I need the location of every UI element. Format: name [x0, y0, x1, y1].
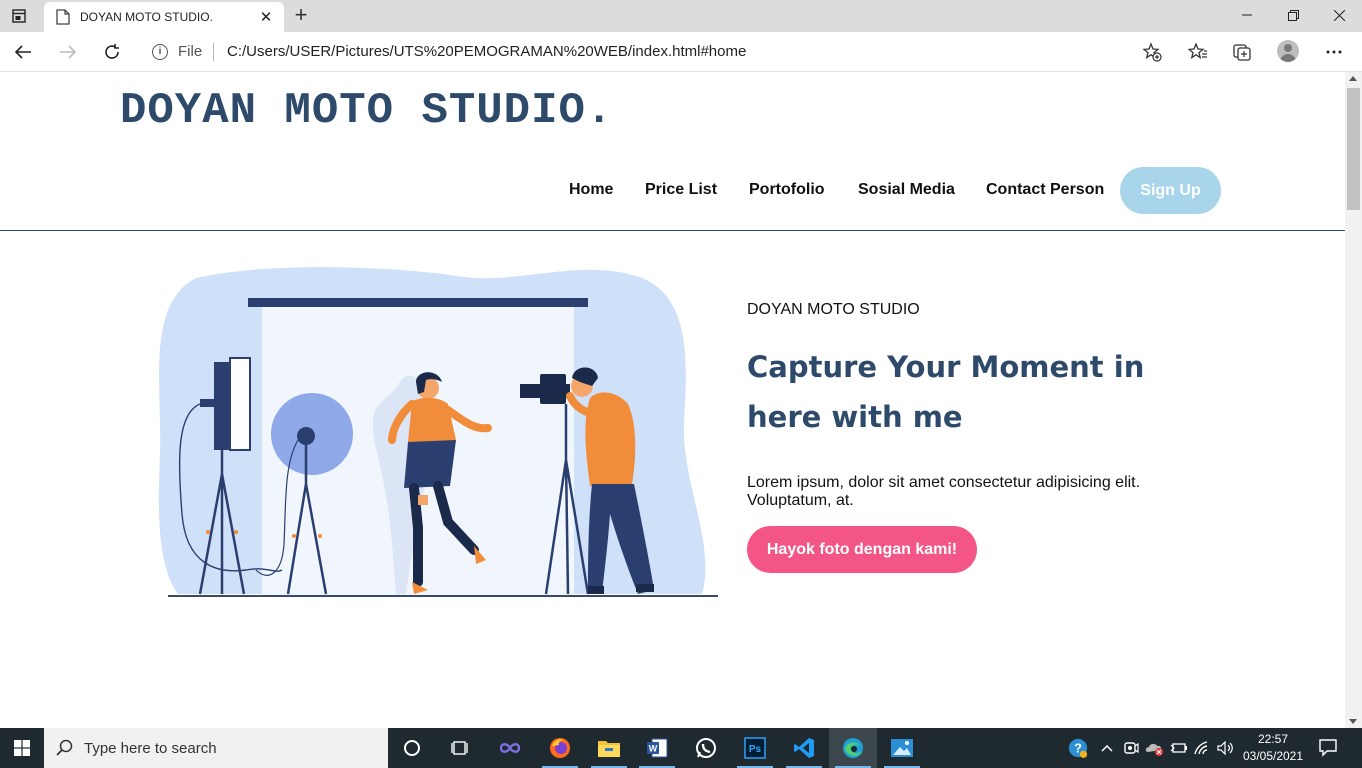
tab-title: DOYAN MOTO STUDIO.	[80, 10, 213, 24]
separator	[213, 43, 214, 61]
more-menu-icon[interactable]	[1323, 41, 1345, 63]
clock-time: 22:57	[1257, 732, 1289, 746]
svg-text:W: W	[649, 744, 658, 754]
file-label: File	[178, 43, 203, 60]
taskbar-search[interactable]: Type here to search	[44, 728, 388, 768]
scroll-down-icon[interactable]	[1349, 719, 1357, 724]
hero-subtitle: DOYAN MOTO STUDIO	[747, 301, 920, 318]
restore-button[interactable]	[1270, 0, 1316, 30]
infinity-app-icon[interactable]	[486, 728, 534, 768]
vscode-icon[interactable]	[780, 728, 828, 768]
photographer-illustration	[158, 267, 718, 597]
windows-icon	[14, 740, 30, 756]
nav-home[interactable]: Home	[569, 181, 613, 199]
clock-date: 03/05/2021	[1242, 749, 1304, 763]
file-explorer-icon[interactable]	[585, 728, 633, 768]
sign-up-button[interactable]: Sign Up	[1120, 167, 1221, 214]
close-window-button[interactable]	[1316, 0, 1362, 30]
windows-taskbar: Type here to search W Ps ? 22:57 03/05/2…	[0, 728, 1362, 768]
tab-actions-icon[interactable]	[8, 6, 30, 26]
word-icon[interactable]: W	[633, 728, 681, 768]
hero-description: Lorem ipsum, dolor sit amet consectetur …	[747, 474, 1141, 509]
wifi-icon[interactable]	[1193, 738, 1213, 758]
meet-now-icon[interactable]	[1121, 738, 1141, 758]
nav-sosial-media[interactable]: Sosial Media	[858, 181, 955, 199]
close-tab-icon[interactable]: ✕	[256, 7, 276, 27]
add-favorite-icon[interactable]	[1142, 42, 1162, 62]
site-brand[interactable]: DOYAN MOTO STUDIO.	[120, 86, 613, 136]
photoshop-icon[interactable]: Ps	[731, 728, 779, 768]
url-text[interactable]: C:/Users/USER/Pictures/UTS%20PEMOGRAMAN%…	[227, 43, 746, 60]
onedrive-error-icon[interactable]	[1145, 738, 1165, 758]
forward-button[interactable]	[55, 40, 81, 64]
refresh-button[interactable]	[99, 40, 125, 64]
favorites-icon[interactable]	[1187, 41, 1209, 63]
cortana-icon[interactable]	[388, 728, 436, 768]
nav-portofolio[interactable]: Portofolio	[749, 181, 825, 199]
back-button[interactable]	[10, 40, 36, 64]
scroll-thumb[interactable]	[1347, 88, 1360, 210]
search-icon	[56, 739, 73, 756]
chevron-up-icon[interactable]	[1097, 738, 1117, 758]
battery-icon[interactable]	[1169, 738, 1189, 758]
start-button[interactable]	[0, 728, 44, 768]
photos-icon[interactable]	[878, 728, 926, 768]
system-clock[interactable]: 22:57 03/05/2021	[1240, 731, 1306, 765]
nav-contact-person[interactable]: Contact Person	[986, 181, 1104, 199]
address-bar[interactable]: i File C:/Users/USER/Pictures/UTS%20PEMO…	[140, 37, 1170, 67]
browser-tab-strip: DOYAN MOTO STUDIO. ✕ +	[0, 0, 1362, 32]
hero-title: Capture Your Moment in here with me	[747, 350, 1145, 434]
new-tab-button[interactable]: +	[290, 4, 312, 27]
nav-price-list[interactable]: Price List	[645, 181, 717, 199]
minimize-button[interactable]	[1224, 0, 1270, 30]
site-nav: Home Price List Portofolio Sosial Media …	[0, 167, 1345, 215]
browser-tab[interactable]: DOYAN MOTO STUDIO. ✕	[44, 2, 284, 32]
collections-icon[interactable]	[1231, 41, 1253, 63]
svg-text:Ps: Ps	[749, 744, 762, 755]
info-icon[interactable]: i	[152, 44, 168, 60]
page-viewport: DOYAN MOTO STUDIO. Home Price List Porto…	[0, 72, 1345, 728]
search-placeholder: Type here to search	[84, 740, 217, 757]
page-icon	[56, 9, 70, 25]
whatsapp-icon[interactable]	[682, 728, 730, 768]
header-divider	[0, 230, 1345, 231]
cta-button[interactable]: Hayok foto dengan kami!	[747, 526, 977, 573]
page-scrollbar[interactable]	[1345, 72, 1362, 728]
profile-avatar[interactable]	[1277, 40, 1299, 62]
edge-icon[interactable]	[829, 728, 877, 768]
volume-icon[interactable]	[1216, 738, 1236, 758]
notifications-icon[interactable]	[1318, 737, 1340, 759]
firefox-icon[interactable]	[536, 728, 584, 768]
scroll-up-icon[interactable]	[1349, 76, 1357, 81]
task-view-icon[interactable]	[436, 728, 484, 768]
browser-toolbar: i File C:/Users/USER/Pictures/UTS%20PEMO…	[0, 32, 1362, 72]
help-icon[interactable]: ?	[1068, 738, 1088, 758]
